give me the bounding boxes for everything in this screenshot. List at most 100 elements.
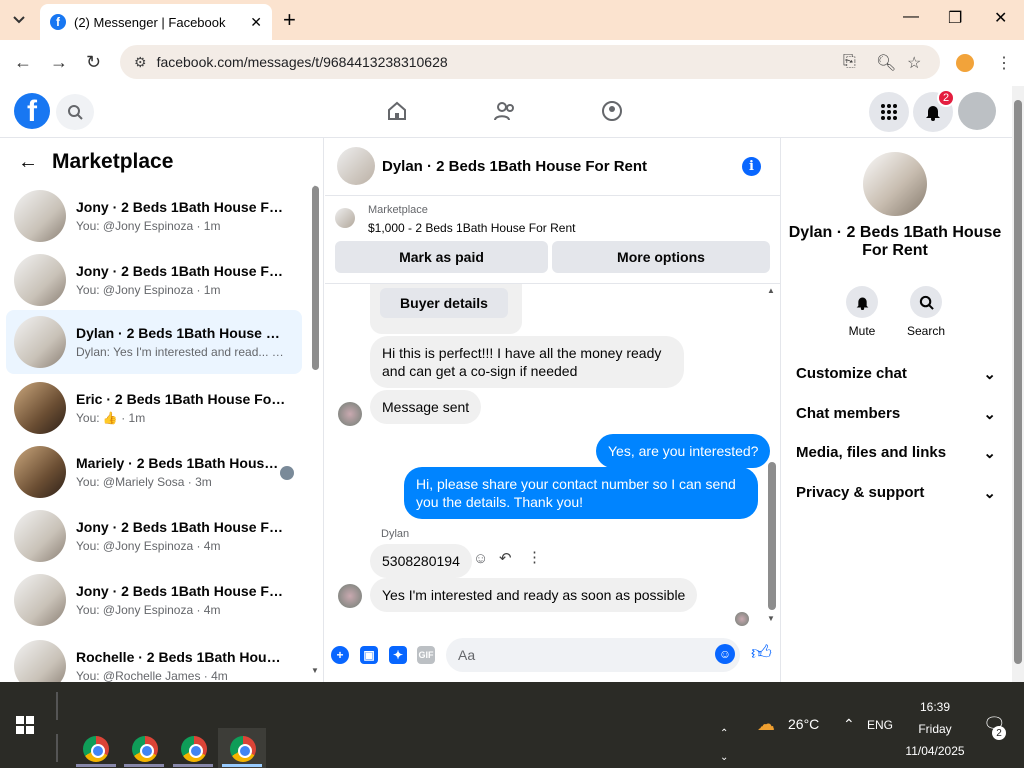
chrome-taskbar-icon[interactable]: [181, 736, 207, 762]
section-label: Customize chat: [796, 365, 907, 382]
windows-taskbar: ⌃ ⌄ ☁ 26°C ⌃ ENG 16:39 Friday 11/04/2025…: [0, 682, 1024, 768]
marketplace-label: Marketplace: [368, 204, 428, 216]
chevron-down-icon: ⌄: [983, 406, 996, 423]
conversation-preview: Dylan: Yes I'm interested and read... · …: [76, 345, 286, 359]
maximize-button[interactable]: ❐: [948, 8, 962, 28]
mute-button[interactable]: Mute: [832, 286, 892, 338]
tab-title: (2) Messenger | Facebook: [74, 14, 226, 30]
close-window-button[interactable]: ✕: [994, 8, 1007, 28]
conversation-item-selected[interactable]: Dylan · 2 Beds 1Bath House For ... Dylan:…: [6, 310, 302, 374]
customize-chat-section[interactable]: Customize chat ⌄: [796, 365, 996, 383]
taskbar-clock[interactable]: 16:39 Friday 11/04/2025: [898, 696, 972, 762]
notification-count-badge: 2: [937, 89, 955, 107]
reload-icon[interactable]: ↻: [86, 52, 101, 73]
conversation-item[interactable]: Jony · 2 Beds 1Bath House For R... You: @…: [6, 568, 302, 632]
chrome-taskbar-icon[interactable]: [230, 736, 256, 762]
react-emoji-icon[interactable]: ☺: [473, 550, 488, 567]
chat-title[interactable]: Dylan · 2 Beds 1Bath House For Rent: [382, 158, 647, 175]
home-icon[interactable]: [386, 100, 408, 128]
clock-time: 16:39: [919, 700, 951, 714]
language-indicator[interactable]: ENG: [867, 718, 893, 732]
privacy-support-section[interactable]: Privacy & support ⌄: [796, 484, 996, 502]
scroll-down-arrow-icon[interactable]: ▼: [767, 614, 775, 623]
outgoing-message: Hi, please share your contact number so …: [404, 467, 758, 519]
scroll-down-arrow-icon[interactable]: ▼: [311, 666, 319, 675]
menu-grid-icon[interactable]: [869, 92, 909, 132]
weather-icon[interactable]: ☁: [757, 714, 775, 735]
chrome-taskbar-icon[interactable]: [132, 736, 158, 762]
media-files-links-section[interactable]: Media, files and links ⌄: [796, 444, 996, 462]
bookmark-star-icon[interactable]: ☆: [907, 53, 921, 73]
clock-date: 11/04/2025: [905, 744, 965, 758]
photo-attach-icon[interactable]: ▣: [360, 646, 378, 664]
chat-avatar[interactable]: [337, 147, 375, 185]
thumbs-up-icon[interactable]: 👍︎: [751, 641, 772, 665]
forward-arrow-icon[interactable]: →: [50, 52, 68, 73]
weather-temperature[interactable]: 26°C: [788, 716, 819, 732]
new-tab-button[interactable]: +: [283, 9, 296, 31]
info-icon[interactable]: i: [742, 157, 761, 176]
message-composer: + ▣ ✦ GIF Aa ☺ 👍︎: [325, 636, 781, 676]
buyer-details-button[interactable]: Buyer details: [380, 288, 508, 318]
conversation-item[interactable]: Eric · 2 Beds 1Bath House For Rent You: 👍…: [6, 376, 302, 440]
search-in-chat-button[interactable]: Search: [896, 286, 956, 338]
conversation-item[interactable]: Mariely · 2 Beds 1Bath House ... You: @Ma…: [6, 440, 302, 504]
running-indicator: [173, 764, 213, 767]
zoom-icon[interactable]: 🔍︎: [876, 53, 896, 73]
browser-tab-messenger[interactable]: f (2) Messenger | Facebook ✕: [40, 4, 272, 40]
facebook-search-icon[interactable]: [56, 94, 94, 130]
friends-icon[interactable]: [494, 100, 516, 128]
browser-profile-avatar[interactable]: [956, 54, 974, 72]
site-info-icon[interactable]: ⚙: [134, 54, 147, 71]
more-options-button[interactable]: More options: [552, 241, 770, 273]
close-tab-icon[interactable]: ✕: [250, 14, 262, 31]
section-label: Media, files and links: [796, 444, 947, 461]
conversation-item[interactable]: Jony · 2 Beds 1Bath House For R... You: @…: [6, 248, 302, 312]
listing-price-title[interactable]: $1,000 - 2 Beds 1Bath House For Rent: [368, 221, 575, 235]
conversation-list-scrollbar[interactable]: [312, 186, 319, 370]
conversation-name: Mariely · 2 Beds 1Bath House ...: [76, 455, 286, 471]
address-bar[interactable]: ⚙ facebook.com/messages/t/96844132383106…: [120, 45, 940, 79]
listing-thumbnail[interactable]: [335, 208, 355, 228]
show-hidden-icons-chevron-icon[interactable]: ⌃: [843, 716, 855, 733]
sticker-icon[interactable]: ✦: [389, 646, 407, 664]
page-scrollbar[interactable]: [1012, 86, 1024, 682]
more-actions-icon[interactable]: ⋮: [527, 548, 542, 566]
taskbar-scroll-down-icon[interactable]: ⌄: [720, 752, 728, 763]
message-thread: Buyer details Hi this is perfect!!! I ha…: [325, 284, 781, 628]
windows-start-icon[interactable]: [16, 716, 34, 734]
reply-icon[interactable]: ↶: [499, 549, 512, 567]
back-arrow-icon[interactable]: ←: [14, 52, 32, 73]
install-app-icon[interactable]: ⎘: [843, 53, 856, 71]
running-indicator: [124, 764, 164, 767]
emoji-icon[interactable]: ☺: [715, 644, 735, 664]
chat-members-section[interactable]: Chat members ⌄: [796, 405, 996, 423]
taskbar-scroll-up-icon[interactable]: ⌃: [720, 728, 728, 739]
groups-icon[interactable]: [601, 100, 623, 128]
mark-as-paid-button[interactable]: Mark as paid: [335, 241, 548, 273]
sender-avatar[interactable]: [338, 402, 362, 426]
conversation-item[interactable]: Jony · 2 Beds 1Bath House For R... You: @…: [6, 504, 302, 568]
chat-header: Dylan · 2 Beds 1Bath House For Rent i: [325, 138, 781, 196]
chrome-menu-icon[interactable]: ⋮: [996, 53, 1012, 73]
conversation-name: Jony · 2 Beds 1Bath House For R...: [76, 583, 286, 599]
sender-avatar[interactable]: [338, 584, 362, 608]
minimize-button[interactable]: —: [903, 8, 919, 26]
scroll-up-arrow-icon[interactable]: ▲: [767, 286, 775, 295]
conversation-preview: You: 👍 · 1m: [76, 411, 146, 425]
message-scrollbar[interactable]: [768, 462, 776, 610]
tab-search-chevron-icon[interactable]: [8, 9, 30, 31]
account-avatar[interactable]: [958, 92, 996, 130]
facebook-logo-icon[interactable]: f: [14, 93, 50, 129]
page-scrollbar-thumb[interactable]: [1014, 100, 1022, 664]
conversation-item[interactable]: Rochelle · 2 Beds 1Bath House F... You: @…: [6, 634, 302, 682]
conversation-item[interactable]: Jony · 2 Beds 1Bath House For R... You: @…: [6, 184, 302, 248]
chat-profile-avatar[interactable]: [863, 152, 927, 216]
chat-info-name: Dylan · 2 Beds 1Bath House For Rent: [788, 224, 1002, 259]
back-arrow-icon[interactable]: ←: [18, 151, 38, 174]
gif-icon[interactable]: GIF: [417, 646, 435, 664]
incoming-message: Hi this is perfect!!! I have all the mon…: [370, 336, 684, 388]
chrome-taskbar-icon[interactable]: [83, 736, 109, 762]
add-plus-icon[interactable]: +: [331, 646, 349, 664]
message-input[interactable]: Aa: [446, 638, 740, 672]
